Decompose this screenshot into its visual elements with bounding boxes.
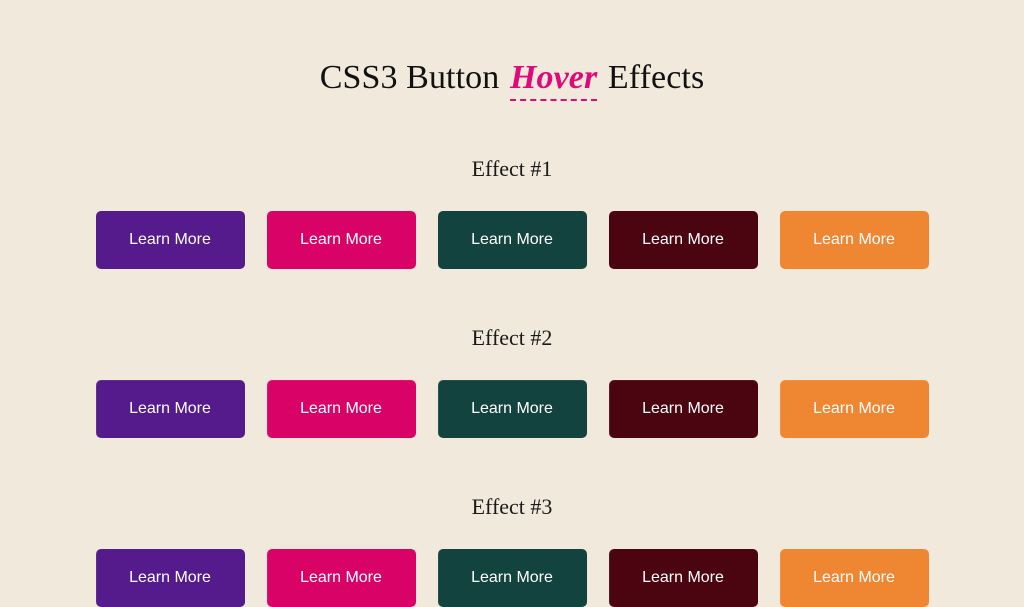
page-title-prefix: CSS3 Button (319, 59, 508, 96)
learn-more-button-2-5[interactable]: Learn More (779, 380, 929, 438)
section-heading-1: Effect #1 (471, 156, 553, 181)
learn-more-button-3-1[interactable]: Learn More (95, 549, 245, 607)
button-row-2: Learn More Learn More Learn More Learn M… (0, 349, 1024, 438)
learn-more-button-2-2[interactable]: Learn More (266, 380, 416, 438)
button-row-3: Learn More Learn More Learn More Learn M… (0, 518, 1024, 607)
learn-more-button-3-5[interactable]: Learn More (779, 549, 929, 607)
page-title: CSS3 Button Hover Effects (0, 0, 1024, 101)
effect-section-3: Effect #3 Learn More Learn More Learn Mo… (0, 438, 1024, 607)
learn-more-button-3-2[interactable]: Learn More (266, 549, 416, 607)
learn-more-button-3-4[interactable]: Learn More (608, 549, 758, 607)
section-heading-2: Effect #2 (471, 325, 553, 350)
learn-more-button-1-1[interactable]: Learn More (95, 211, 245, 269)
learn-more-button-2-3[interactable]: Learn More (437, 380, 587, 438)
page-root: CSS3 Button Hover Effects Effect #1 Lear… (0, 0, 1024, 607)
section-heading-3: Effect #3 (471, 494, 553, 519)
learn-more-button-3-3[interactable]: Learn More (437, 549, 587, 607)
effect-section-1: Effect #1 Learn More Learn More Learn Mo… (0, 95, 1024, 269)
learn-more-button-1-5[interactable]: Learn More (779, 211, 929, 269)
learn-more-button-1-3[interactable]: Learn More (437, 211, 587, 269)
page-title-highlight: Hover (509, 59, 598, 101)
learn-more-button-2-4[interactable]: Learn More (608, 380, 758, 438)
effect-section-2: Effect #2 Learn More Learn More Learn Mo… (0, 269, 1024, 438)
learn-more-button-1-2[interactable]: Learn More (266, 211, 416, 269)
page-title-suffix: Effects (599, 59, 705, 96)
button-row-1: Learn More Learn More Learn More Learn M… (0, 180, 1024, 269)
learn-more-button-2-1[interactable]: Learn More (95, 380, 245, 438)
learn-more-button-1-4[interactable]: Learn More (608, 211, 758, 269)
